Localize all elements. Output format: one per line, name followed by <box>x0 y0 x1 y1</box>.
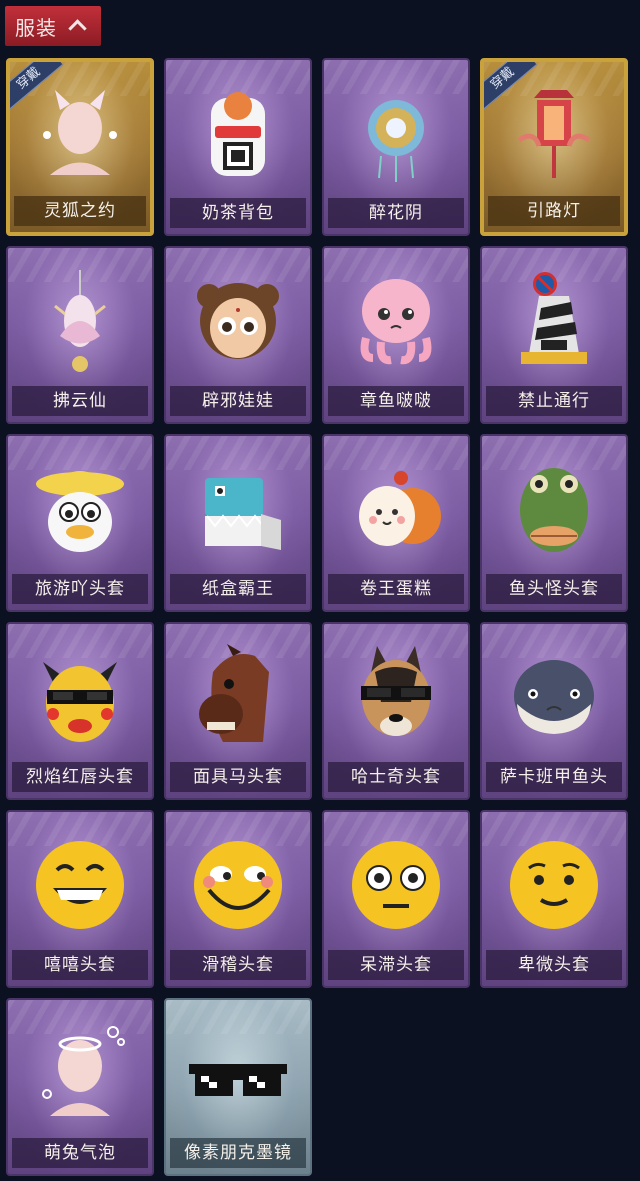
costume-name: 萌兔气泡 <box>12 1138 148 1168</box>
roll-cake-icon <box>324 444 468 574</box>
flower-ornament-icon <box>324 68 468 198</box>
costume-name: 引路灯 <box>488 196 620 226</box>
costume-card[interactable]: 章鱼啵啵 <box>322 246 470 424</box>
costume-name: 纸盒霸王 <box>170 574 306 604</box>
funny-emoji-icon <box>166 820 310 950</box>
costume-name: 呆滞头套 <box>328 950 464 980</box>
costume-card[interactable]: 禁止通行 <box>480 246 628 424</box>
costume-card[interactable]: 辟邪娃娃 <box>164 246 312 424</box>
costume-name: 醉花阴 <box>328 198 464 228</box>
costume-name: 嘻嘻头套 <box>12 950 148 980</box>
costume-name: 哈士奇头套 <box>328 762 464 792</box>
traffic-cone-icon <box>482 256 626 386</box>
costume-name: 奶茶背包 <box>170 198 306 228</box>
costume-card[interactable]: 萨卡班甲鱼头 <box>480 622 628 800</box>
costume-name: 卑微头套 <box>486 950 622 980</box>
bubble-avatar-icon <box>8 1008 152 1138</box>
costume-card[interactable]: 醉花阴 <box>322 58 470 236</box>
costume-name: 烈焰红唇头套 <box>12 762 148 792</box>
costume-card[interactable]: 奶茶背包 <box>164 58 312 236</box>
costume-card[interactable]: 萌兔气泡 <box>6 998 154 1176</box>
costume-name: 像素朋克墨镜 <box>170 1138 306 1168</box>
costume-card[interactable]: 穿戴 灵狐之约 <box>6 58 154 236</box>
costume-card[interactable]: 穿戴 引路灯 <box>480 58 628 236</box>
humble-emoji-icon <box>482 820 626 950</box>
costume-name: 面具马头套 <box>170 762 306 792</box>
box-dinosaur-icon <box>166 444 310 574</box>
pixel-sunglasses-icon <box>166 1008 310 1138</box>
horse-head-icon <box>166 632 310 762</box>
chevron-up-icon <box>68 19 87 38</box>
costume-name: 章鱼啵啵 <box>328 386 464 416</box>
costume-card[interactable]: 面具马头套 <box>164 622 312 800</box>
costume-card[interactable]: 嘻嘻头套 <box>6 810 154 988</box>
costume-name: 鱼头怪头套 <box>486 574 622 604</box>
costume-card[interactable]: 哈士奇头套 <box>322 622 470 800</box>
costume-card[interactable]: 纸盒霸王 <box>164 434 312 612</box>
costume-card[interactable]: 鱼头怪头套 <box>480 434 628 612</box>
costume-name: 禁止通行 <box>486 386 622 416</box>
milk-tea-backpack-icon <box>166 68 310 198</box>
husky-head-icon <box>324 632 468 762</box>
costume-card[interactable]: 呆滞头套 <box>322 810 470 988</box>
costume-name: 拂云仙 <box>12 386 148 416</box>
costume-name: 萨卡班甲鱼头 <box>486 762 622 792</box>
costume-title: 服装 <box>15 15 57 40</box>
costume-card[interactable]: 烈焰红唇头套 <box>6 622 154 800</box>
costume-toggle-button[interactable]: 服装 <box>5 6 101 46</box>
costume-name: 辟邪娃娃 <box>170 386 306 416</box>
round-fish-icon <box>482 632 626 762</box>
yellow-mask-sunglasses-icon <box>8 632 152 762</box>
costume-card[interactable]: 卑微头套 <box>480 810 628 988</box>
grin-emoji-icon <box>8 820 152 950</box>
doll-head-icon <box>166 256 310 386</box>
costume-card[interactable]: 滑稽头套 <box>164 810 312 988</box>
costume-card[interactable]: 像素朋克墨镜 <box>164 998 312 1176</box>
costume-card[interactable]: 拂云仙 <box>6 246 154 424</box>
costume-card[interactable]: 卷王蛋糕 <box>322 434 470 612</box>
duck-hat-icon <box>8 444 152 574</box>
cloud-fairy-charm-icon <box>8 256 152 386</box>
octopus-icon <box>324 256 468 386</box>
dazed-emoji-icon <box>324 820 468 950</box>
costume-name: 灵狐之约 <box>14 196 146 226</box>
costume-card[interactable]: 旅游吖头套 <box>6 434 154 612</box>
costume-name: 滑稽头套 <box>170 950 306 980</box>
fish-head-icon <box>482 444 626 574</box>
costume-name: 旅游吖头套 <box>12 574 148 604</box>
costume-name: 卷王蛋糕 <box>328 574 464 604</box>
